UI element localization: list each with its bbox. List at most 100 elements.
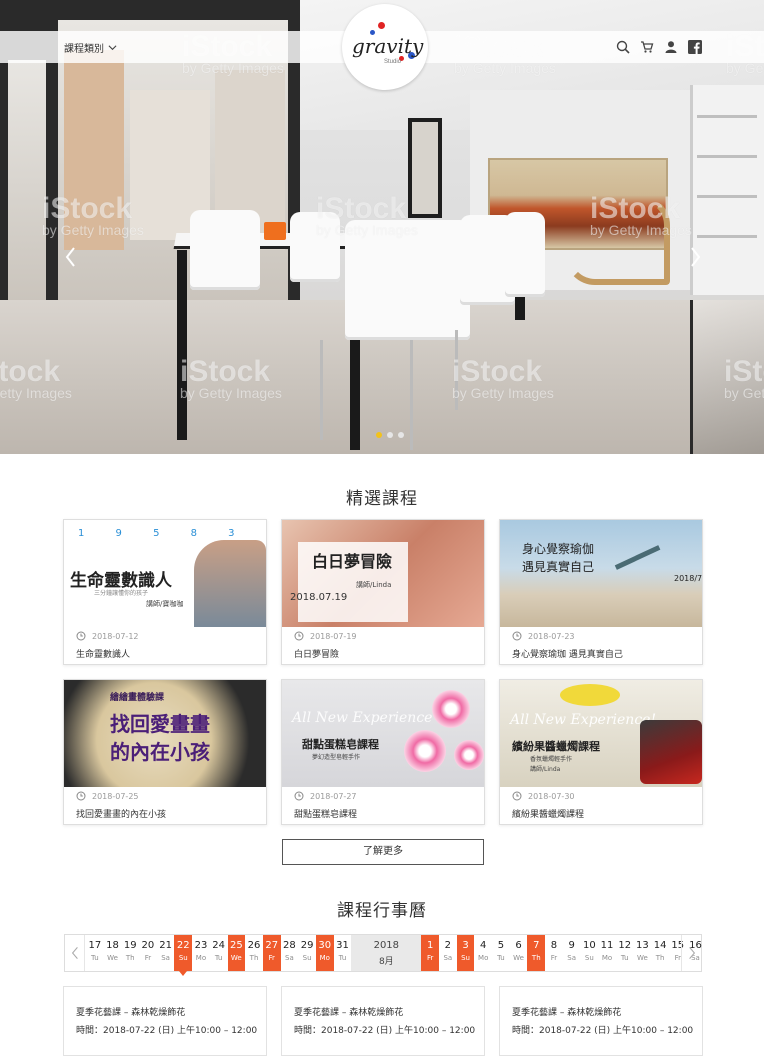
course-date: 2018-07-19 <box>294 631 357 641</box>
calendar-day[interactable]: 27 Fr <box>262 935 281 971</box>
carousel-pager <box>376 432 404 438</box>
calendar-day-number: 6 <box>515 940 522 951</box>
clock-icon <box>512 791 522 801</box>
calendar-day-number: 14 <box>653 940 667 951</box>
calendar-day[interactable]: 19 Th <box>121 935 139 971</box>
calendar-day[interactable]: 2 Sa <box>439 935 457 971</box>
calendar-day-number: 7 <box>533 940 540 951</box>
calendar-day-number: 21 <box>159 940 172 951</box>
calendar-day-number: 17 <box>88 940 102 951</box>
calendar-next-arrow[interactable] <box>681 935 701 971</box>
calendar-day[interactable]: 5 Tu <box>492 935 510 971</box>
calendar-weekday: Tu <box>620 954 629 962</box>
course-card[interactable]: 身心覺察瑜伽 遇見真實自己 2018/7 2018-07-23 身心覺察瑜珈 遇… <box>499 519 703 665</box>
calendar-day[interactable]: 14 Th <box>651 935 669 971</box>
calendar-day-number: 25 <box>229 940 243 951</box>
event-time: 時間：2018-07-22 (日) 上午10:00 – 12:00 <box>294 1026 476 1036</box>
event-card[interactable]: 夏季花藝課 – 森林乾燥飾花 時間：2018-07-22 (日) 上午10:00… <box>63 986 267 1056</box>
calendar-day[interactable]: 3 Su <box>456 935 475 971</box>
calendar-weekday: Tu <box>338 954 347 962</box>
search-icon[interactable] <box>616 39 630 54</box>
course-card[interactable]: All New Experience! 繽紛果醬蠟燭課程 香氛蠟燭輕手作 講師/… <box>499 679 703 825</box>
calendar-day[interactable]: 23 Mo <box>192 935 210 971</box>
calendar-weekday: Th <box>125 954 135 962</box>
calendar-year: 2018 <box>373 940 400 951</box>
calendar-day[interactable]: 30 Mo <box>315 935 334 971</box>
calendar-day[interactable]: 31 Tu <box>334 935 352 971</box>
calendar-day[interactable]: 17 Tu <box>86 935 104 971</box>
course-card[interactable]: 繪繪畫體驗課 找回愛畫畫 的內在小孩 2018-07-25 找回愛畫畫的內在小孩 <box>63 679 267 825</box>
course-card[interactable]: 1 9 5 8 3 6 7 4 生命靈數識人 三分鐘讓懂你的孩子 講師/寶咖咖 … <box>63 519 267 665</box>
calendar-day-number: 1 <box>426 940 434 951</box>
calendar-weekday: Su <box>178 954 188 962</box>
calendar-weekday: Th <box>531 954 541 962</box>
course-image: 白日夢冒險 講師/Linda 2018.07.19 <box>282 520 484 627</box>
calendar-day[interactable]: 28 Sa <box>281 935 299 971</box>
calendar-day-number: 31 <box>336 940 349 951</box>
learn-more-button[interactable]: 了解更多 <box>282 839 484 865</box>
calendar-day[interactable]: 25 We <box>227 935 246 971</box>
calendar-day[interactable]: 22 Su <box>174 935 193 976</box>
calendar-day[interactable]: 26 Th <box>245 935 263 971</box>
calendar-weekday: Fr <box>144 954 152 962</box>
calendar-day[interactable]: 29 Su <box>298 935 316 971</box>
calendar-day[interactable]: 1 Fr <box>421 935 439 971</box>
calendar-weekday: Tu <box>214 954 223 962</box>
calendar-weekday: Su <box>461 954 470 962</box>
calendar-day[interactable]: 4 Mo <box>474 935 492 971</box>
calendar-weekday: Su <box>302 954 312 962</box>
calendar-day[interactable]: 24 Tu <box>210 935 228 971</box>
course-card[interactable]: 白日夢冒險 講師/Linda 2018.07.19 2018-07-19 白日夢… <box>281 519 485 665</box>
calendar-weekday: Mo <box>319 954 330 962</box>
calendar-day[interactable]: 11 Mo <box>598 935 616 971</box>
logo-wordmark: gravity <box>352 34 424 58</box>
course-card[interactable]: All New Experience 甜點蛋糕皂課程 夢幻造型皂輕手作 2018… <box>281 679 485 825</box>
calendar-day[interactable]: 6 We <box>510 935 528 971</box>
event-title: 夏季花藝課 – 森林乾燥飾花 <box>294 1008 404 1018</box>
cart-icon[interactable] <box>640 39 654 53</box>
event-title: 夏季花藝課 – 森林乾燥飾花 <box>512 1008 622 1018</box>
calendar-weekday: We <box>636 954 648 962</box>
logo-subtitle: Studio <box>384 59 402 65</box>
course-name: 生命靈數識人 <box>76 650 131 660</box>
site-logo[interactable]: gravity Studio <box>342 4 428 90</box>
clock-icon <box>76 791 86 801</box>
course-image: 繪繪畫體驗課 找回愛畫畫 的內在小孩 <box>64 680 266 787</box>
calendar-day-number: 20 <box>141 940 155 951</box>
user-icon[interactable] <box>664 39 678 53</box>
carousel-dot[interactable] <box>387 432 393 438</box>
calendar-day-number: 18 <box>106 940 119 951</box>
course-date: 2018-07-12 <box>76 631 139 641</box>
calendar-day[interactable]: 12 Tu <box>616 935 634 971</box>
course-name: 白日夢冒險 <box>294 650 340 660</box>
carousel-next-arrow[interactable] <box>686 242 704 272</box>
calendar-weekday: Fr <box>550 954 558 962</box>
calendar-day[interactable]: 8 Fr <box>545 935 563 971</box>
calendar-day[interactable]: 13 We <box>634 935 652 971</box>
calendar-prev-arrow[interactable] <box>65 935 85 971</box>
calendar-weekday: Mo <box>601 954 613 962</box>
course-image: All New Experience! 繽紛果醬蠟燭課程 香氛蠟燭輕手作 講師/… <box>500 680 702 787</box>
calendar-day-number: 24 <box>212 940 226 951</box>
course-date: 2018-07-23 <box>512 631 575 641</box>
course-name: 身心覺察瑜珈 遇見真實自己 <box>512 650 623 660</box>
category-menu[interactable]: 課程類別 <box>64 40 117 55</box>
chevron-down-icon <box>108 45 117 51</box>
calendar-day[interactable]: 9 Sa <box>563 935 581 971</box>
event-card[interactable]: 夏季花藝課 – 森林乾燥飾花 時間：2018-07-22 (日) 上午10:00… <box>281 986 485 1056</box>
calendar-day[interactable]: 18 We <box>104 935 122 971</box>
carousel-dot[interactable] <box>376 432 382 438</box>
calendar-day[interactable]: 10 Su <box>581 935 599 971</box>
facebook-icon[interactable] <box>688 39 702 54</box>
chevron-left-icon <box>71 947 78 959</box>
calendar-day[interactable]: 21 Sa <box>157 935 175 971</box>
event-card[interactable]: 夏季花藝課 – 森林乾燥飾花 時間：2018-07-22 (日) 上午10:00… <box>499 986 703 1056</box>
calendar-day[interactable]: 7 Th <box>527 935 546 971</box>
course-name: 找回愛畫畫的內在小孩 <box>76 810 167 820</box>
calendar-day[interactable]: 20 Fr <box>139 935 157 971</box>
course-image: 身心覺察瑜伽 遇見真實自己 2018/7 <box>500 520 702 627</box>
calendar-day-number: 11 <box>600 940 614 951</box>
carousel-prev-arrow[interactable] <box>62 242 80 272</box>
calendar-weekday: Tu <box>91 954 99 962</box>
carousel-dot[interactable] <box>398 432 404 438</box>
